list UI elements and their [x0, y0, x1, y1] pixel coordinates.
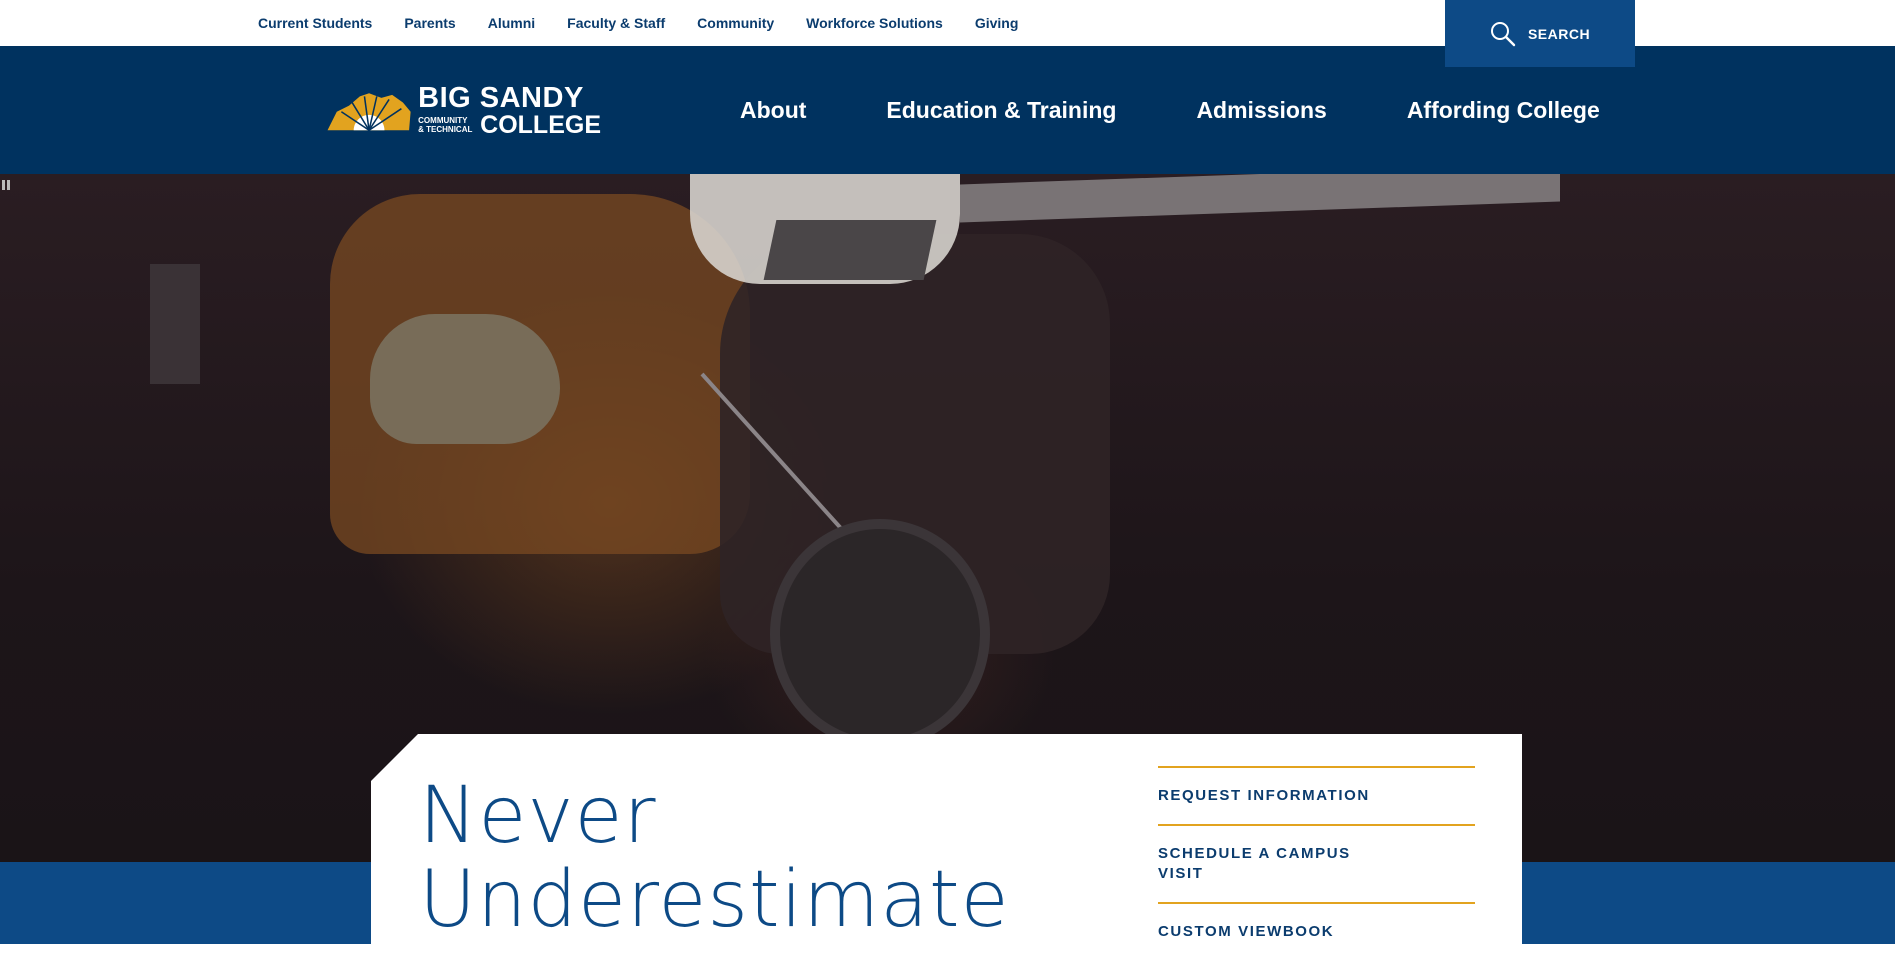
- logo-line-big-sandy: BIG SANDY: [418, 82, 584, 114]
- hero-shelf: [960, 174, 1560, 223]
- utility-link-workforce-solutions[interactable]: Workforce Solutions: [806, 15, 943, 31]
- hero-welder-glove: [370, 314, 560, 444]
- cta-item: REQUEST INFORMATION: [1158, 766, 1475, 824]
- search-icon: [1490, 21, 1516, 46]
- nav-item-about[interactable]: About: [740, 97, 806, 124]
- college-logo[interactable]: BIG SANDY COMMUNITY & TECHNICAL COLLEGE: [326, 82, 601, 140]
- cta-item: CUSTOM VIEWBOOK: [1158, 902, 1475, 960]
- hero-electrical-box: [150, 264, 200, 384]
- nav-item-education-training[interactable]: Education & Training: [886, 97, 1116, 124]
- search-button[interactable]: SEARCH: [1445, 0, 1635, 67]
- logo-line-college: COLLEGE: [480, 111, 601, 139]
- request-information-link[interactable]: REQUEST INFORMATION: [1158, 786, 1378, 806]
- logo-line-community-technical: COMMUNITY & TECHNICAL: [418, 116, 478, 134]
- pause-bar-left: [2, 180, 5, 190]
- utility-link-parents[interactable]: Parents: [404, 15, 455, 31]
- utility-link-faculty-staff[interactable]: Faculty & Staff: [567, 15, 665, 31]
- utility-link-current-students[interactable]: Current Students: [258, 15, 372, 31]
- utility-nav: Current Students Parents Alumni Faculty …: [258, 0, 1018, 46]
- pause-icon[interactable]: [2, 180, 12, 190]
- logo-sun-icon: [327, 93, 411, 131]
- search-label: SEARCH: [1527, 25, 1591, 42]
- headline-line-2: Underestimate: [419, 855, 1010, 945]
- utility-link-alumni[interactable]: Alumni: [488, 15, 535, 31]
- logo-text: BIG SANDY COMMUNITY & TECHNICAL COLLEGE: [418, 84, 601, 138]
- utility-bar: Current Students Parents Alumni Faculty …: [0, 0, 1895, 67]
- nav-item-affording-college[interactable]: Affording College: [1407, 97, 1600, 124]
- nav-item-admissions[interactable]: Admissions: [1196, 97, 1326, 124]
- cta-list: REQUEST INFORMATION SCHEDULE A CAMPUS VI…: [1158, 766, 1475, 960]
- pause-bar-right: [7, 180, 10, 190]
- cta-item: SCHEDULE A CAMPUS VISIT: [1158, 824, 1475, 902]
- custom-viewbook-link[interactable]: CUSTOM VIEWBOOK: [1158, 922, 1378, 942]
- hero-headline: Never Underestimate: [419, 774, 1010, 942]
- utility-link-giving[interactable]: Giving: [975, 15, 1019, 31]
- hero-pipe: [770, 519, 990, 749]
- hero-hood-visor: [763, 220, 937, 280]
- utility-link-community[interactable]: Community: [697, 15, 774, 31]
- schedule-campus-visit-link[interactable]: SCHEDULE A CAMPUS VISIT: [1158, 844, 1378, 884]
- hero-content-card: Never Underestimate REQUEST INFORMATION …: [371, 734, 1522, 974]
- logo-line-technical: & TECHNICAL: [418, 124, 473, 134]
- headline-line-1: Never: [419, 771, 657, 861]
